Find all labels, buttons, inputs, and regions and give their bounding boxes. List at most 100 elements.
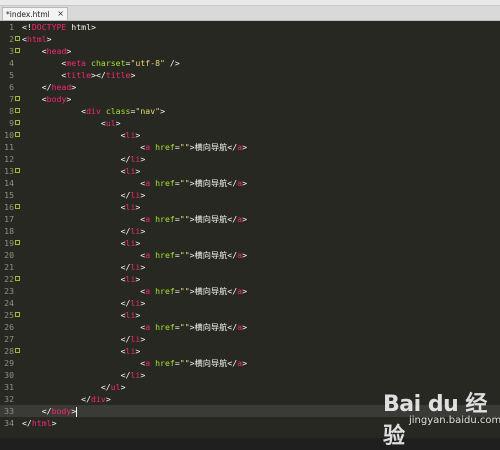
code-text: <title></title> xyxy=(22,70,136,80)
fold-toggle-icon[interactable] xyxy=(15,108,20,113)
code-line[interactable]: 29 <a href="">横向导航</a> xyxy=(0,357,500,369)
code-text: </div> xyxy=(22,394,111,404)
code-text: <meta charset="utf-8" /> xyxy=(22,58,180,68)
fold-toggle-icon[interactable] xyxy=(15,48,20,53)
watermark-url: jingyan.baidu.com xyxy=(409,415,500,426)
code-text: </html> xyxy=(22,418,57,428)
code-line[interactable]: 13 <li> xyxy=(0,165,500,177)
line-number: 18 xyxy=(4,226,14,236)
code-line[interactable]: 6 </head> xyxy=(0,81,500,93)
line-number: 21 xyxy=(4,262,14,272)
code-text: <head> xyxy=(22,46,72,56)
code-text: </head> xyxy=(22,82,77,92)
line-number: 6 xyxy=(9,82,14,92)
code-text: <a href="">横向导航</a> xyxy=(22,142,248,152)
fold-toggle-icon[interactable] xyxy=(15,348,20,353)
code-text: <li> xyxy=(22,238,141,248)
code-text: <a href="">横向导航</a> xyxy=(22,286,248,296)
code-text: <li> xyxy=(22,202,141,212)
code-text: </li> xyxy=(22,298,146,308)
code-line[interactable]: 5 <title></title> xyxy=(0,69,500,81)
tab-title: *index.html xyxy=(6,9,50,19)
tab-close-icon[interactable]: × xyxy=(57,10,64,18)
code-text: <div class="nav"> xyxy=(22,106,166,116)
code-line[interactable]: 18 </li> xyxy=(0,225,500,237)
code-text: <li> xyxy=(22,346,141,356)
code-line[interactable]: 1 <!DOCTYPE html> xyxy=(0,21,500,33)
code-line[interactable]: 27 </li> xyxy=(0,333,500,345)
code-line[interactable]: 25 <li> xyxy=(0,309,500,321)
code-text: <a href="">横向导航</a> xyxy=(22,358,248,368)
code-line[interactable]: 7 <body> xyxy=(0,93,500,105)
fold-toggle-icon[interactable] xyxy=(15,312,20,317)
code-text: </li> xyxy=(22,370,146,380)
code-text: </body> xyxy=(22,406,78,417)
line-number: 5 xyxy=(9,70,14,80)
code-line[interactable]: 20 <a href="">横向导航</a> xyxy=(0,249,500,261)
line-number: 15 xyxy=(4,190,14,200)
line-number: 14 xyxy=(4,178,14,188)
line-number: 9 xyxy=(9,118,14,128)
baidu-watermark: Bai du 经验 jingyan.baidu.com xyxy=(383,386,500,449)
fold-toggle-icon[interactable] xyxy=(15,276,20,281)
code-text: </li> xyxy=(22,334,146,344)
code-line[interactable]: 14 <a href="">横向导航</a> xyxy=(0,177,500,189)
line-number: 23 xyxy=(4,286,14,296)
code-text: <!DOCTYPE html> xyxy=(22,22,96,32)
line-number: 26 xyxy=(4,322,14,332)
line-number: 30 xyxy=(4,370,14,380)
code-line[interactable]: 24 </li> xyxy=(0,297,500,309)
code-line[interactable]: 26 <a href="">横向导航</a> xyxy=(0,321,500,333)
code-line[interactable]: 22 <li> xyxy=(0,273,500,285)
code-line[interactable]: 30 </li> xyxy=(0,369,500,381)
code-line[interactable]: 10 <li> xyxy=(0,129,500,141)
code-line[interactable]: 17 <a href="">横向导航</a> xyxy=(0,213,500,225)
line-number: 25 xyxy=(4,310,14,320)
code-line[interactable]: 19 <li> xyxy=(0,237,500,249)
tab-bar: *index.html × xyxy=(0,6,500,21)
line-number: 19 xyxy=(4,238,14,248)
fold-toggle-icon[interactable] xyxy=(15,168,20,173)
code-text: </li> xyxy=(22,262,146,272)
code-text: <ul> xyxy=(22,118,121,128)
line-number: 32 xyxy=(4,394,14,404)
code-text: <a href="">横向导航</a> xyxy=(22,214,248,224)
code-text: <li> xyxy=(22,130,141,140)
line-number: 27 xyxy=(4,334,14,344)
code-text: <html> xyxy=(22,34,52,44)
fold-toggle-icon[interactable] xyxy=(15,120,20,125)
line-number: 17 xyxy=(4,214,14,224)
code-line[interactable]: 3 <head> xyxy=(0,45,500,57)
code-line[interactable]: 16 <li> xyxy=(0,201,500,213)
fold-toggle-icon[interactable] xyxy=(15,204,20,209)
line-number: 11 xyxy=(4,142,14,152)
code-line[interactable]: 2 <html> xyxy=(0,33,500,45)
code-line[interactable]: 23 <a href="">横向导航</a> xyxy=(0,285,500,297)
code-line[interactable]: 12 </li> xyxy=(0,153,500,165)
fold-toggle-icon[interactable] xyxy=(15,36,20,41)
line-number: 1 xyxy=(9,22,14,32)
line-number: 24 xyxy=(4,298,14,308)
code-text: <li> xyxy=(22,166,141,176)
fold-toggle-icon[interactable] xyxy=(15,96,20,101)
line-number: 20 xyxy=(4,250,14,260)
line-number: 31 xyxy=(4,382,14,392)
code-line[interactable]: 21 </li> xyxy=(0,261,500,273)
code-line[interactable]: 28 <li> xyxy=(0,345,500,357)
fold-toggle-icon[interactable] xyxy=(15,240,20,245)
code-editor[interactable]: 1 <!DOCTYPE html> 2 <html> 3 <head> 4 <meta c… xyxy=(0,21,500,438)
code-text: <li> xyxy=(22,274,141,284)
line-number: 29 xyxy=(4,358,14,368)
code-line[interactable]: 8 <div class="nav"> xyxy=(0,105,500,117)
code-text: <a href="">横向导航</a> xyxy=(22,250,248,260)
code-line[interactable]: 9 <ul> xyxy=(0,117,500,129)
line-number: 3 xyxy=(9,46,14,56)
code-line[interactable]: 11 <a href="">横向导航</a> xyxy=(0,141,500,153)
tab-index-html[interactable]: *index.html × xyxy=(2,7,68,20)
fold-toggle-icon[interactable] xyxy=(15,132,20,137)
code-line[interactable]: 15 </li> xyxy=(0,189,500,201)
code-text: </li> xyxy=(22,190,146,200)
code-line[interactable]: 4 <meta charset="utf-8" /> xyxy=(0,57,500,69)
line-number: 33 xyxy=(4,406,14,416)
code-text: <a href="">横向导航</a> xyxy=(22,322,248,332)
